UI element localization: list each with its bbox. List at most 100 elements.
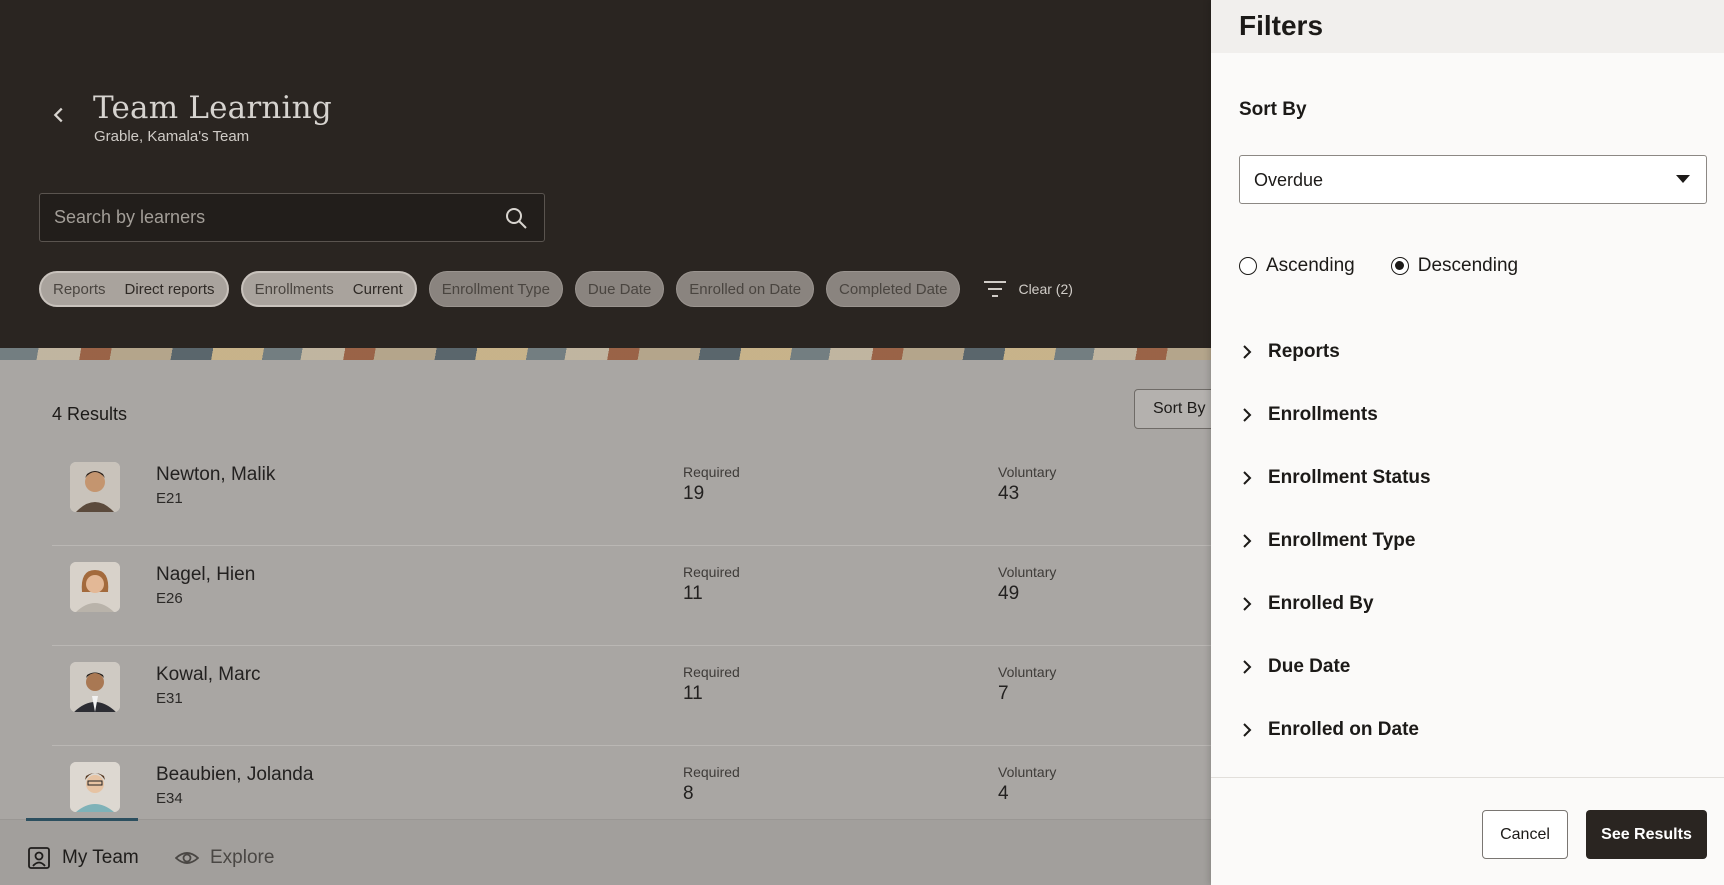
chip-label: Completed Date (839, 280, 948, 298)
active-tab-indicator (26, 818, 138, 821)
accordion-due-date[interactable]: Due Date (1239, 652, 1699, 682)
required-count: 11 (683, 683, 703, 704)
learner-id: E21 (156, 490, 183, 507)
chevron-right-icon (1243, 723, 1252, 737)
chip-label: Due Date (587, 280, 652, 298)
search-box (39, 193, 545, 242)
learner-id: E34 (156, 790, 183, 807)
filter-icon (984, 281, 1007, 297)
chip-label: Enrolled on Date (689, 280, 802, 298)
accordion-reports[interactable]: Reports (1239, 337, 1699, 367)
learner-row[interactable]: Kowal, Marc E31 Required 11 Voluntary 7 (52, 646, 1212, 746)
filters-drawer: Filters Sort By Overdue Ascending Descen… (1211, 0, 1724, 885)
chip-due-date[interactable]: Due Date (574, 271, 665, 307)
chip-label: Enrollments (254, 280, 334, 298)
caret-down-icon (1676, 175, 1690, 183)
avatar (70, 762, 120, 812)
required-count: 8 (683, 783, 694, 804)
chevron-right-icon (1243, 534, 1252, 548)
chip-value: Direct reports (124, 280, 215, 298)
chip-completed-date[interactable]: Completed Date (826, 271, 961, 307)
sort-by-value: Overdue (1254, 170, 1324, 190)
descending-label: Descending (1417, 255, 1519, 276)
drawer-title: Filters (1239, 10, 1324, 41)
learner-row[interactable]: Newton, Malik E21 Required 19 Voluntary … (52, 446, 1212, 546)
chip-label: Reports (53, 280, 106, 298)
voluntary-label: Voluntary (998, 464, 1057, 480)
learner-id: E26 (156, 590, 183, 607)
page-title: Team Learning (93, 90, 332, 126)
clear-label: Clear (2) (1018, 281, 1073, 297)
avatar (70, 562, 120, 612)
chevron-right-icon (1243, 660, 1252, 674)
accordion-label: Due Date (1268, 656, 1351, 677)
voluntary-label: Voluntary (998, 564, 1057, 580)
chip-enrollments[interactable]: Enrollments Current (240, 271, 417, 307)
accordion-label: Enrollment Type (1268, 530, 1416, 551)
results-count: 4 Results (52, 404, 128, 424)
eye-icon (175, 852, 199, 864)
clear-filters-button[interactable]: Clear (2) (982, 278, 1073, 300)
team-icon (28, 847, 50, 869)
avatar (70, 662, 120, 712)
search-icon[interactable] (504, 206, 528, 230)
page-subtitle: Grable, Kamala's Team (94, 128, 250, 145)
chip-value: Current (352, 280, 403, 298)
learner-row[interactable]: Nagel, Hien E26 Required 11 Voluntary 49 (52, 546, 1212, 646)
search-input[interactable] (54, 194, 474, 241)
chevron-left-icon (53, 107, 63, 123)
radio-checked-icon (1390, 257, 1409, 275)
required-label: Required (683, 464, 740, 480)
avatar (70, 462, 120, 512)
ascending-radio[interactable]: Ascending (1239, 255, 1355, 277)
see-results-button[interactable]: See Results (1586, 810, 1707, 859)
learner-id: E31 (156, 690, 183, 707)
learner-name: Beaubien, Jolanda (156, 764, 314, 785)
accordion-label: Enrollment Status (1268, 467, 1431, 488)
chip-reports[interactable]: Reports Direct reports (39, 271, 229, 307)
ascending-label: Ascending (1266, 255, 1355, 276)
voluntary-label: Voluntary (998, 664, 1057, 680)
chip-enrolled-on-date[interactable]: Enrolled on Date (676, 271, 815, 307)
required-label: Required (683, 764, 740, 780)
drawer-footer-divider (1211, 777, 1724, 778)
sort-by-label: Sort By (1239, 99, 1307, 120)
back-button[interactable] (48, 104, 72, 132)
learner-name: Nagel, Hien (156, 564, 256, 585)
chevron-right-icon (1243, 345, 1252, 359)
accordion-enrollment-type[interactable]: Enrollment Type (1239, 526, 1699, 556)
radio-unchecked-icon (1239, 257, 1257, 275)
accordion-label: Enrollments (1268, 404, 1378, 425)
accordion-enrolled-on-date[interactable]: Enrolled on Date (1239, 715, 1699, 745)
chip-label: Enrollment Type (441, 280, 550, 298)
accordion-enrollment-status[interactable]: Enrollment Status (1239, 463, 1699, 493)
learner-name: Newton, Malik (156, 464, 276, 485)
nav-label: My Team (62, 847, 139, 868)
nav-label: Explore (210, 847, 275, 868)
chip-enrollment-type[interactable]: Enrollment Type (428, 271, 563, 307)
chevron-right-icon (1243, 408, 1252, 422)
accordion-enrollments[interactable]: Enrollments (1239, 400, 1699, 430)
voluntary-label: Voluntary (998, 764, 1057, 780)
required-count: 19 (683, 483, 705, 504)
voluntary-count: 49 (998, 583, 1020, 604)
accordion-label: Reports (1268, 341, 1340, 362)
nav-explore[interactable]: Explore (175, 846, 274, 870)
accordion-enrolled-by[interactable]: Enrolled By (1239, 589, 1699, 619)
descending-radio[interactable]: Descending (1390, 255, 1519, 277)
accordion-label: Enrolled By (1268, 593, 1374, 614)
voluntary-count: 43 (998, 483, 1020, 504)
accordion-label: Enrolled on Date (1268, 719, 1419, 740)
learner-name: Kowal, Marc (156, 664, 261, 685)
cancel-button[interactable]: Cancel (1482, 810, 1568, 859)
filter-chips: Reports Direct reports Enrollments Curre… (39, 271, 1073, 307)
nav-my-team[interactable]: My Team (27, 846, 139, 870)
chevron-right-icon (1243, 597, 1252, 611)
chevron-right-icon (1243, 471, 1252, 485)
required-label: Required (683, 664, 740, 680)
required-label: Required (683, 564, 740, 580)
drawer-header: Filters (1211, 0, 1724, 53)
sort-by-select[interactable]: Overdue (1239, 155, 1707, 204)
sort-order-group: Ascending Descending (1239, 255, 1554, 277)
voluntary-count: 4 (998, 783, 1009, 804)
